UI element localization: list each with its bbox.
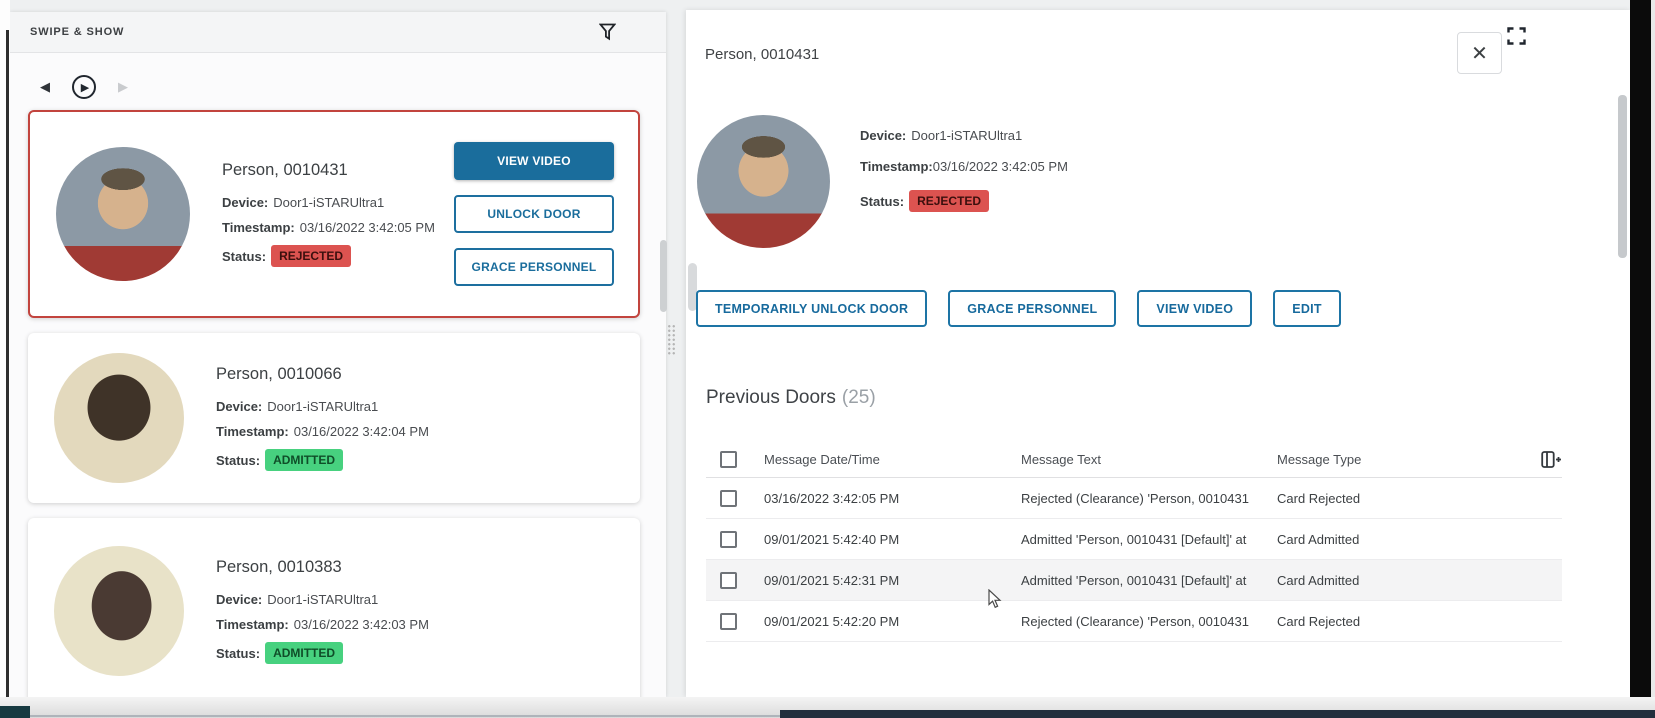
table-row[interactable]: 09/01/2021 5:42:20 PM Rejected (Clearanc…	[706, 601, 1562, 642]
window-right-sliver	[1651, 0, 1655, 718]
edit-button[interactable]: EDIT	[1273, 290, 1340, 327]
previous-doors-table: Message Date/Time Message Text Message T…	[706, 442, 1562, 642]
device-label: Device:	[216, 592, 262, 607]
temporarily-unlock-door-button[interactable]: TEMPORARILY UNLOCK DOOR	[696, 290, 927, 327]
previous-doors-count: (25)	[842, 387, 876, 408]
swipe-and-show-panel: SWIPE & SHOW ◀ ▶ ▶ Person, 0010431 Devic…	[10, 12, 666, 697]
next-button[interactable]: ▶	[118, 79, 128, 95]
detail-scrollbar[interactable]	[1618, 95, 1627, 258]
timestamp-label: Timestamp:	[216, 617, 289, 632]
detail-actions: TEMPORARILY UNLOCK DOOR GRACE PERSONNEL …	[696, 290, 1362, 327]
column-header-type: Message Type	[1277, 452, 1465, 467]
row-checkbox[interactable]	[720, 613, 737, 630]
app-window: SWIPE & SHOW ◀ ▶ ▶ Person, 0010431 Devic…	[0, 0, 1655, 718]
taskbar-fragment	[780, 710, 1655, 718]
status-label: Status:	[222, 249, 266, 264]
avatar	[54, 546, 184, 676]
previous-button[interactable]: ◀	[40, 79, 50, 95]
person-name: Person, 0010066	[216, 365, 441, 384]
view-video-button[interactable]: VIEW VIDEO	[454, 142, 614, 180]
timestamp-label: Timestamp:	[216, 424, 289, 439]
person-card[interactable]: Person, 0010383 Device: Door1-iSTARUltra1…	[28, 518, 640, 704]
status-badge: REJECTED	[909, 190, 989, 212]
table-row[interactable]: 03/16/2022 3:42:05 PM Rejected (Clearanc…	[706, 478, 1562, 519]
timestamp-value: 03/16/2022 3:42:05 PM	[933, 159, 1068, 174]
left-panel-scrollbar[interactable]	[660, 240, 667, 312]
window-border-line	[30, 715, 780, 717]
device-value: Door1-iSTARUltra1	[911, 128, 1022, 143]
timestamp-value: 03/16/2022 3:42:05 PM	[300, 220, 435, 235]
close-button[interactable]: ✕	[1457, 32, 1502, 74]
detail-title: Person, 0010431	[705, 46, 819, 63]
status-badge: ADMITTED	[265, 642, 343, 664]
device-value: Door1-iSTARUltra1	[273, 195, 384, 210]
table-row[interactable]: 09/01/2021 5:42:31 PM Admitted 'Person, …	[706, 560, 1562, 601]
column-header-datetime: Message Date/Time	[764, 452, 1021, 467]
play-icon: ▶	[81, 81, 89, 94]
panel-resize-grip[interactable]	[667, 324, 676, 356]
status-badge: ADMITTED	[265, 449, 343, 471]
person-detail-panel: Person, 0010431 ✕ Device: Door1-iSTARUltr…	[686, 10, 1630, 697]
close-icon: ✕	[1471, 41, 1488, 66]
device-value: Door1-iSTARUltra1	[267, 399, 378, 414]
grace-personnel-button[interactable]: GRACE PERSONNEL	[948, 290, 1116, 327]
timestamp-label: Timestamp:	[222, 220, 295, 235]
status-label: Status:	[216, 646, 260, 661]
person-name: Person, 0010383	[216, 558, 441, 577]
timestamp-value: 03/16/2022 3:42:03 PM	[294, 617, 429, 632]
avatar	[54, 353, 184, 483]
previous-doors-title: Previous Doors(25)	[706, 387, 876, 409]
add-column-icon[interactable]	[1541, 450, 1562, 469]
window-corner-fragment	[0, 706, 30, 718]
row-checkbox[interactable]	[720, 490, 737, 507]
fullscreen-icon[interactable]	[1507, 27, 1526, 45]
table-header: Message Date/Time Message Text Message T…	[706, 442, 1562, 478]
device-label: Device:	[222, 195, 268, 210]
timestamp-value: 03/16/2022 3:42:04 PM	[294, 424, 429, 439]
person-card[interactable]: Person, 0010431 Device: Door1-iSTARUltra1…	[28, 110, 640, 318]
detail-avatar	[697, 115, 830, 248]
grace-personnel-button[interactable]: GRACE PERSONNEL	[454, 248, 614, 286]
status-label: Status:	[860, 194, 904, 209]
avatar	[56, 147, 190, 281]
panel-header: SWIPE & SHOW	[10, 12, 666, 53]
filter-icon[interactable]	[599, 23, 616, 41]
status-label: Status:	[216, 453, 260, 468]
panel-title: SWIPE & SHOW	[30, 26, 124, 38]
person-card[interactable]: Person, 0010066 Device: Door1-iSTARUltra1…	[28, 333, 640, 503]
device-label: Device:	[216, 399, 262, 414]
play-button[interactable]: ▶	[72, 75, 96, 99]
unlock-door-button[interactable]: UNLOCK DOOR	[454, 195, 614, 233]
row-checkbox[interactable]	[720, 572, 737, 589]
playback-controls: ◀ ▶ ▶	[40, 73, 666, 101]
device-value: Door1-iSTARUltra1	[267, 592, 378, 607]
table-row[interactable]: 09/01/2021 5:42:40 PM Admitted 'Person, …	[706, 519, 1562, 560]
device-label: Device:	[860, 128, 906, 143]
select-all-checkbox[interactable]	[720, 451, 737, 468]
timestamp-label: Timestamp:	[860, 159, 933, 174]
window-right-edge	[1630, 0, 1651, 718]
row-checkbox[interactable]	[720, 531, 737, 548]
column-header-text: Message Text	[1021, 452, 1277, 467]
person-name: Person, 0010431	[222, 161, 447, 180]
mouse-cursor	[988, 589, 1002, 614]
view-video-button[interactable]: VIEW VIDEO	[1137, 290, 1252, 327]
status-badge: REJECTED	[271, 245, 351, 267]
window-left-border	[6, 30, 9, 706]
